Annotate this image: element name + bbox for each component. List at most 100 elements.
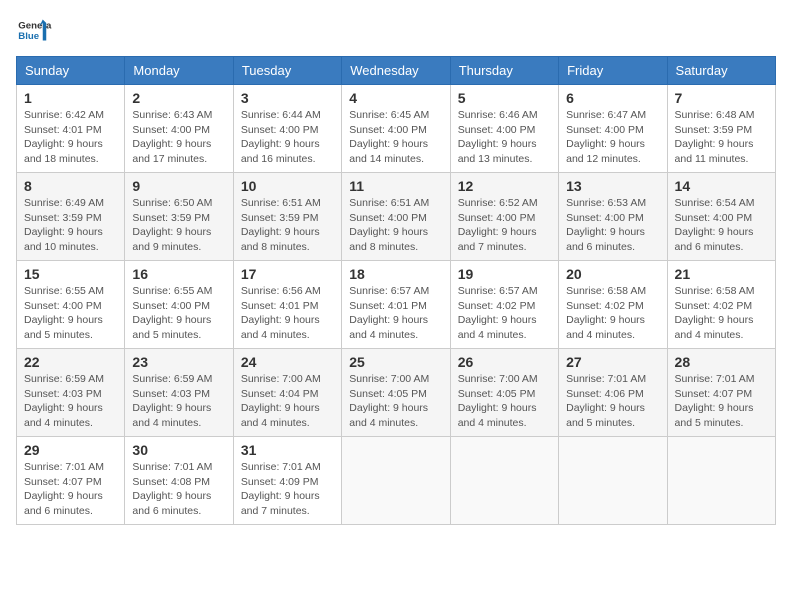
day-info: Sunrise: 7:01 AMSunset: 4:09 PMDaylight:…	[241, 460, 334, 519]
day-number: 22	[24, 354, 117, 370]
calendar-cell: 30Sunrise: 7:01 AMSunset: 4:08 PMDayligh…	[125, 437, 233, 525]
day-info: Sunrise: 6:48 AMSunset: 3:59 PMDaylight:…	[675, 108, 768, 167]
day-info: Sunrise: 6:54 AMSunset: 4:00 PMDaylight:…	[675, 196, 768, 255]
day-number: 25	[349, 354, 442, 370]
calendar-cell	[559, 437, 667, 525]
svg-text:Blue: Blue	[18, 31, 39, 42]
day-number: 9	[132, 178, 225, 194]
day-info: Sunrise: 7:00 AMSunset: 4:04 PMDaylight:…	[241, 372, 334, 431]
weekday-header-wednesday: Wednesday	[342, 57, 450, 85]
day-info: Sunrise: 7:00 AMSunset: 4:05 PMDaylight:…	[458, 372, 551, 431]
day-number: 26	[458, 354, 551, 370]
day-number: 29	[24, 442, 117, 458]
calendar-cell: 8Sunrise: 6:49 AMSunset: 3:59 PMDaylight…	[17, 173, 125, 261]
day-number: 18	[349, 266, 442, 282]
day-info: Sunrise: 7:01 AMSunset: 4:06 PMDaylight:…	[566, 372, 659, 431]
page-header: General Blue	[16, 16, 776, 44]
day-info: Sunrise: 6:58 AMSunset: 4:02 PMDaylight:…	[675, 284, 768, 343]
day-info: Sunrise: 6:59 AMSunset: 4:03 PMDaylight:…	[132, 372, 225, 431]
day-info: Sunrise: 6:42 AMSunset: 4:01 PMDaylight:…	[24, 108, 117, 167]
calendar-cell: 23 Sunrise: 6:59 AMSunset: 4:03 PMDayligh…	[125, 349, 233, 437]
calendar-cell: 2 Sunrise: 6:43 AMSunset: 4:00 PMDaylight…	[125, 85, 233, 173]
calendar-cell: 3 Sunrise: 6:44 AMSunset: 4:00 PMDaylight…	[233, 85, 341, 173]
calendar-cell: 27 Sunrise: 7:01 AMSunset: 4:06 PMDayligh…	[559, 349, 667, 437]
day-info: Sunrise: 6:43 AMSunset: 4:00 PMDaylight:…	[132, 108, 225, 167]
calendar-cell: 21Sunrise: 6:58 AMSunset: 4:02 PMDayligh…	[667, 261, 775, 349]
day-number: 24	[241, 354, 334, 370]
logo-icon: General Blue	[16, 16, 52, 44]
day-info: Sunrise: 6:57 AMSunset: 4:01 PMDaylight:…	[349, 284, 442, 343]
calendar-cell: 18 Sunrise: 6:57 AMSunset: 4:01 PMDayligh…	[342, 261, 450, 349]
day-info: Sunrise: 6:45 AMSunset: 4:00 PMDaylight:…	[349, 108, 442, 167]
day-number: 27	[566, 354, 659, 370]
weekday-header-saturday: Saturday	[667, 57, 775, 85]
day-info: Sunrise: 6:53 AMSunset: 4:00 PMDaylight:…	[566, 196, 659, 255]
day-number: 15	[24, 266, 117, 282]
calendar-cell: 6 Sunrise: 6:47 AMSunset: 4:00 PMDaylight…	[559, 85, 667, 173]
day-info: Sunrise: 6:57 AMSunset: 4:02 PMDaylight:…	[458, 284, 551, 343]
day-info: Sunrise: 6:44 AMSunset: 4:00 PMDaylight:…	[241, 108, 334, 167]
day-number: 1	[24, 90, 117, 106]
calendar-cell: 29 Sunrise: 7:01 AMSunset: 4:07 PMDayligh…	[17, 437, 125, 525]
day-info: Sunrise: 6:47 AMSunset: 4:00 PMDaylight:…	[566, 108, 659, 167]
calendar-cell	[342, 437, 450, 525]
day-number: 4	[349, 90, 442, 106]
calendar-cell: 1 Sunrise: 6:42 AMSunset: 4:01 PMDaylight…	[17, 85, 125, 173]
day-number: 31	[241, 442, 334, 458]
day-number: 28	[675, 354, 768, 370]
day-number: 5	[458, 90, 551, 106]
svg-text:General: General	[18, 20, 52, 31]
calendar-cell: 12Sunrise: 6:52 AMSunset: 4:00 PMDayligh…	[450, 173, 558, 261]
weekday-header-friday: Friday	[559, 57, 667, 85]
calendar-cell: 10 Sunrise: 6:51 AMSunset: 3:59 PMDayligh…	[233, 173, 341, 261]
calendar-cell: 15 Sunrise: 6:55 AMSunset: 4:00 PMDayligh…	[17, 261, 125, 349]
day-number: 23	[132, 354, 225, 370]
logo: General Blue	[16, 16, 56, 44]
calendar-cell: 13Sunrise: 6:53 AMSunset: 4:00 PMDayligh…	[559, 173, 667, 261]
weekday-header-tuesday: Tuesday	[233, 57, 341, 85]
calendar-cell: 20Sunrise: 6:58 AMSunset: 4:02 PMDayligh…	[559, 261, 667, 349]
calendar-cell	[667, 437, 775, 525]
day-info: Sunrise: 6:52 AMSunset: 4:00 PMDaylight:…	[458, 196, 551, 255]
calendar-week-3: 15 Sunrise: 6:55 AMSunset: 4:00 PMDayligh…	[17, 261, 776, 349]
calendar-cell: 14Sunrise: 6:54 AMSunset: 4:00 PMDayligh…	[667, 173, 775, 261]
day-number: 10	[241, 178, 334, 194]
calendar-cell: 7 Sunrise: 6:48 AMSunset: 3:59 PMDaylight…	[667, 85, 775, 173]
calendar-cell: 26 Sunrise: 7:00 AMSunset: 4:05 PMDayligh…	[450, 349, 558, 437]
calendar-header-row: SundayMondayTuesdayWednesdayThursdayFrid…	[17, 57, 776, 85]
calendar-week-2: 8Sunrise: 6:49 AMSunset: 3:59 PMDaylight…	[17, 173, 776, 261]
calendar-table: SundayMondayTuesdayWednesdayThursdayFrid…	[16, 56, 776, 525]
day-number: 30	[132, 442, 225, 458]
day-number: 7	[675, 90, 768, 106]
calendar-cell: 19 Sunrise: 6:57 AMSunset: 4:02 PMDayligh…	[450, 261, 558, 349]
calendar-cell	[450, 437, 558, 525]
day-info: Sunrise: 6:56 AMSunset: 4:01 PMDaylight:…	[241, 284, 334, 343]
day-number: 16	[132, 266, 225, 282]
day-number: 6	[566, 90, 659, 106]
day-number: 11	[349, 178, 442, 194]
calendar-week-5: 29 Sunrise: 7:01 AMSunset: 4:07 PMDayligh…	[17, 437, 776, 525]
day-info: Sunrise: 6:46 AMSunset: 4:00 PMDaylight:…	[458, 108, 551, 167]
weekday-header-monday: Monday	[125, 57, 233, 85]
calendar-cell: 11 Sunrise: 6:51 AMSunset: 4:00 PMDayligh…	[342, 173, 450, 261]
day-info: Sunrise: 6:55 AMSunset: 4:00 PMDaylight:…	[132, 284, 225, 343]
day-info: Sunrise: 7:01 AMSunset: 4:07 PMDaylight:…	[675, 372, 768, 431]
day-info: Sunrise: 6:49 AMSunset: 3:59 PMDaylight:…	[24, 196, 117, 255]
weekday-header-thursday: Thursday	[450, 57, 558, 85]
day-info: Sunrise: 6:59 AMSunset: 4:03 PMDaylight:…	[24, 372, 117, 431]
day-number: 3	[241, 90, 334, 106]
calendar-cell: 22 Sunrise: 6:59 AMSunset: 4:03 PMDayligh…	[17, 349, 125, 437]
calendar-cell: 28 Sunrise: 7:01 AMSunset: 4:07 PMDayligh…	[667, 349, 775, 437]
calendar-cell: 9Sunrise: 6:50 AMSunset: 3:59 PMDaylight…	[125, 173, 233, 261]
calendar-cell: 25Sunrise: 7:00 AMSunset: 4:05 PMDayligh…	[342, 349, 450, 437]
day-number: 20	[566, 266, 659, 282]
day-number: 2	[132, 90, 225, 106]
calendar-cell: 31 Sunrise: 7:01 AMSunset: 4:09 PMDayligh…	[233, 437, 341, 525]
day-number: 19	[458, 266, 551, 282]
calendar-week-1: 1 Sunrise: 6:42 AMSunset: 4:01 PMDaylight…	[17, 85, 776, 173]
day-info: Sunrise: 6:55 AMSunset: 4:00 PMDaylight:…	[24, 284, 117, 343]
day-info: Sunrise: 7:01 AMSunset: 4:07 PMDaylight:…	[24, 460, 117, 519]
day-number: 17	[241, 266, 334, 282]
day-info: Sunrise: 6:51 AMSunset: 3:59 PMDaylight:…	[241, 196, 334, 255]
day-info: Sunrise: 6:51 AMSunset: 4:00 PMDaylight:…	[349, 196, 442, 255]
